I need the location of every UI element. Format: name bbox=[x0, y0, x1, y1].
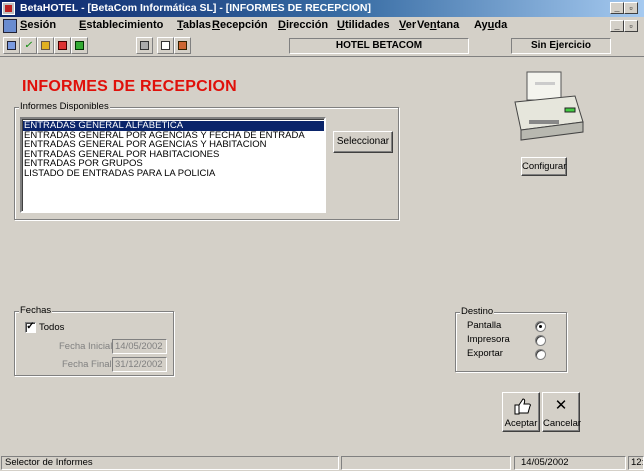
open-icon[interactable] bbox=[37, 37, 54, 54]
fecha-inicial-label: Fecha Inicial bbox=[59, 341, 113, 352]
app-icon bbox=[2, 2, 15, 15]
cancelar-button[interactable]: ✕ Cancelar bbox=[542, 392, 582, 432]
menu-item-0[interactable]: Sesión bbox=[20, 19, 56, 31]
menu-item-7[interactable]: Ventana bbox=[417, 19, 459, 31]
list-item[interactable]: LISTADO DE ENTRADAS PARA LA POLICIA bbox=[23, 169, 324, 179]
fecha-inicial-field[interactable]: 14/05/2002 bbox=[112, 339, 167, 354]
menu-item-3[interactable]: Recepción bbox=[212, 19, 268, 31]
menu-item-2[interactable]: Tablas bbox=[177, 19, 211, 31]
destino-option-label: Exportar bbox=[467, 348, 503, 359]
report-icon[interactable] bbox=[3, 37, 20, 54]
menu-bar: Sesión Establecimiento Tablas Recepción Dire… bbox=[0, 17, 644, 35]
aceptar-button[interactable]: Aceptar bbox=[502, 392, 540, 432]
print-icon[interactable] bbox=[136, 37, 153, 54]
check-icon[interactable]: ✓ bbox=[20, 37, 37, 54]
status-bar: Selector de Informes 14/05/2002 12:45 bbox=[0, 455, 644, 471]
child-maximize-button[interactable]: ▫ bbox=[624, 20, 638, 32]
aceptar-label: Aceptar bbox=[504, 418, 538, 429]
status-time: 12:45 bbox=[628, 456, 644, 470]
calculator-icon[interactable] bbox=[157, 37, 174, 54]
title-bar: BetaHOTEL - [BetaCom Informática SL] - [… bbox=[0, 0, 644, 17]
destino-radio-exportar[interactable] bbox=[535, 349, 546, 360]
menu-item-1[interactable]: Establecimiento bbox=[79, 19, 163, 31]
thumbs-up-icon bbox=[514, 398, 531, 415]
destino-radio-impresora[interactable] bbox=[535, 335, 546, 346]
window-title: BetaHOTEL - [BetaCom Informática SL] - [… bbox=[20, 2, 372, 14]
menu-item-5[interactable]: Utilidades bbox=[337, 19, 390, 31]
destino-radio-pantalla[interactable] bbox=[535, 321, 546, 332]
users-icon[interactable] bbox=[174, 37, 191, 54]
close-icon: ✕ bbox=[554, 397, 568, 414]
printer-icon bbox=[514, 71, 584, 141]
seleccionar-button[interactable]: Seleccionar bbox=[333, 131, 393, 153]
informes-group-label: Informes Disponibles bbox=[19, 101, 110, 112]
menu-item-8[interactable]: Ayuda bbox=[474, 19, 507, 31]
menu-item-4[interactable]: Dirección bbox=[278, 19, 328, 31]
page-title: INFORMES DE RECEPCION bbox=[22, 78, 237, 95]
destino-group-label: Destino bbox=[460, 306, 495, 317]
destino-option-label: Pantalla bbox=[467, 320, 502, 331]
document-icon[interactable] bbox=[3, 19, 17, 33]
maximize-button[interactable]: ▫ bbox=[624, 2, 638, 14]
status-panel-empty bbox=[341, 456, 511, 470]
child-minimize-button[interactable]: _ bbox=[610, 20, 624, 32]
destino-option-label: Impresora bbox=[467, 334, 510, 345]
cancelar-label: Cancelar bbox=[543, 418, 582, 429]
hotel-name: HOTEL BETACOM bbox=[289, 38, 469, 54]
todos-checkbox[interactable]: ✓ bbox=[25, 322, 36, 333]
todos-label: Todos bbox=[39, 322, 65, 333]
informes-listbox[interactable]: ENTRADAS GENERAL ALFABETICA ENTRADAS GENE… bbox=[20, 117, 326, 213]
grid-icon[interactable] bbox=[71, 37, 88, 54]
status-text: Selector de Informes bbox=[1, 456, 339, 470]
fechas-group-label: Fechas bbox=[19, 305, 53, 316]
minimize-button[interactable]: _ bbox=[610, 2, 624, 14]
fecha-final-label: Fecha Final bbox=[62, 359, 112, 370]
status-date: 14/05/2002 bbox=[514, 456, 626, 470]
fecha-final-field[interactable]: 31/12/2002 bbox=[112, 357, 167, 372]
configurar-button[interactable]: Configurar bbox=[521, 157, 567, 176]
chart-icon[interactable] bbox=[54, 37, 71, 54]
ejercicio-status: Sin Ejercicio bbox=[511, 38, 611, 54]
menu-item-6[interactable]: Ver bbox=[399, 19, 416, 31]
